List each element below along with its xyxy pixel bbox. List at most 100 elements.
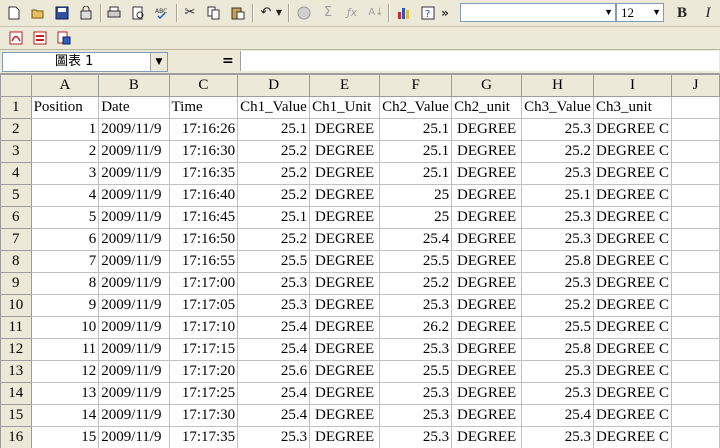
cell-c2[interactable]: 17:16:26 [168,118,239,141]
cell-d5[interactable]: 25.2 [237,184,311,207]
cell-e1[interactable]: Ch1_Unit [309,96,381,119]
chart-wizard-icon[interactable] [394,3,414,23]
cell-b16[interactable]: 2009/11/9 [98,426,170,448]
cell-f6[interactable]: 25 [379,206,453,229]
cell-g15[interactable]: DEGREE [451,404,523,427]
cell-g3[interactable]: DEGREE [451,140,523,163]
font-size-select[interactable]: 12 ▼ [616,3,664,22]
column-header-i[interactable]: I [593,74,672,97]
cell-b15[interactable]: 2009/11/9 [98,404,170,427]
cell-g16[interactable]: DEGREE [451,426,523,448]
cell-i14[interactable]: DEGREE C [593,382,672,405]
cell-h8[interactable]: 25.8 [521,250,595,273]
cell-b2[interactable]: 2009/11/9 [98,118,170,141]
font-name-select[interactable]: ▼ [460,3,616,22]
cell-d12[interactable]: 25.4 [237,338,311,361]
cell-g12[interactable]: DEGREE [451,338,523,361]
cell-b11[interactable]: 2009/11/9 [98,316,170,339]
cell-e13[interactable]: DEGREE [309,360,381,383]
cell-f3[interactable]: 25.1 [379,140,453,163]
cell-e14[interactable]: DEGREE [309,382,381,405]
cell-a3[interactable]: 2 [30,140,100,163]
cell-i11[interactable]: DEGREE C [593,316,672,339]
cell-c12[interactable]: 17:17:15 [168,338,239,361]
row-header[interactable]: 15 [0,404,32,427]
pdf-icon[interactable] [6,28,26,48]
undo-icon[interactable]: ↶ [256,3,276,23]
cell-f5[interactable]: 25 [379,184,453,207]
cell-d16[interactable]: 25.3 [237,426,311,448]
cell-e6[interactable]: DEGREE [309,206,381,229]
cell-e7[interactable]: DEGREE [309,228,381,251]
cell-g7[interactable]: DEGREE [451,228,523,251]
cell-j12[interactable] [670,338,720,361]
help-icon[interactable]: ? [418,3,438,23]
row-header[interactable]: 12 [0,338,32,361]
cell-d6[interactable]: 25.1 [237,206,311,229]
cell-a2[interactable]: 1 [30,118,100,141]
cell-b7[interactable]: 2009/11/9 [98,228,170,251]
cell-i2[interactable]: DEGREE C [593,118,672,141]
cell-j7[interactable] [670,228,720,251]
spelling-icon[interactable]: ABC [152,3,172,23]
row-header[interactable]: 14 [0,382,32,405]
cell-h16[interactable]: 25.3 [521,426,595,448]
autosum-icon[interactable]: Σ [318,3,338,23]
row-header[interactable]: 10 [0,294,32,317]
cell-f15[interactable]: 25.3 [379,404,453,427]
cell-i12[interactable]: DEGREE C [593,338,672,361]
cell-i4[interactable]: DEGREE C [593,162,672,185]
cell-d4[interactable]: 25.2 [237,162,311,185]
formula-input[interactable] [240,51,719,71]
chevron-down-icon[interactable]: ▼ [150,53,167,71]
cell-b1[interactable]: Date [98,96,170,119]
save-icon[interactable] [52,3,72,23]
cell-b10[interactable]: 2009/11/9 [98,294,170,317]
cell-a14[interactable]: 13 [30,382,100,405]
cell-j9[interactable] [670,272,720,295]
cell-b12[interactable]: 2009/11/9 [98,338,170,361]
row-header[interactable]: 13 [0,360,32,383]
cell-j5[interactable] [670,184,720,207]
cell-a13[interactable]: 12 [30,360,100,383]
cell-h9[interactable]: 25.3 [521,272,595,295]
cell-a16[interactable]: 15 [30,426,100,448]
cell-d13[interactable]: 25.6 [237,360,311,383]
copy-icon[interactable] [204,3,224,23]
cell-g4[interactable]: DEGREE [451,162,523,185]
cell-g8[interactable]: DEGREE [451,250,523,273]
function-icon[interactable]: ƒx [342,3,362,23]
select-all-corner[interactable] [0,74,32,97]
cell-g6[interactable]: DEGREE [451,206,523,229]
cell-c9[interactable]: 17:17:00 [168,272,239,295]
cell-g11[interactable]: DEGREE [451,316,523,339]
column-header-d[interactable]: D [237,74,311,97]
paste-icon[interactable] [228,3,248,23]
hyperlink-icon[interactable] [294,3,314,23]
cell-b14[interactable]: 2009/11/9 [98,382,170,405]
cell-d7[interactable]: 25.2 [237,228,311,251]
cell-e3[interactable]: DEGREE [309,140,381,163]
row-header[interactable]: 1 [0,96,32,119]
row-header[interactable]: 2 [0,118,32,141]
cell-c5[interactable]: 17:16:40 [168,184,239,207]
cell-d9[interactable]: 25.3 [237,272,311,295]
italic-button[interactable]: I [698,3,718,23]
cell-h4[interactable]: 25.3 [521,162,595,185]
cell-a7[interactable]: 6 [30,228,100,251]
cell-c10[interactable]: 17:17:05 [168,294,239,317]
cell-a1[interactable]: Position [30,96,100,119]
cell-c8[interactable]: 17:16:55 [168,250,239,273]
sort-icon[interactable]: A↓ [366,3,386,23]
row-header[interactable]: 11 [0,316,32,339]
cell-d3[interactable]: 25.2 [237,140,311,163]
cell-c13[interactable]: 17:17:20 [168,360,239,383]
cell-e9[interactable]: DEGREE [309,272,381,295]
bold-button[interactable]: B [672,3,692,23]
row-header[interactable]: 8 [0,250,32,273]
cell-g1[interactable]: Ch2_unit [451,96,523,119]
cell-e12[interactable]: DEGREE [309,338,381,361]
column-header-a[interactable]: A [30,74,100,97]
cell-j10[interactable] [670,294,720,317]
cell-j11[interactable] [670,316,720,339]
